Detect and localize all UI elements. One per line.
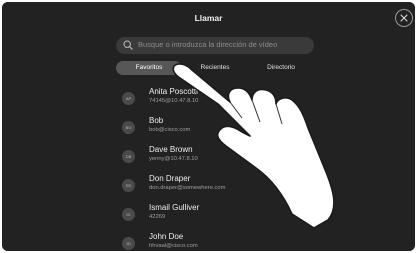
touch-panel-frame: Llamar Busque o introduzca la dirección …: [2, 2, 415, 251]
hand-pointer-icon: [172, 63, 335, 229]
call-screen: Llamar Busque o introduzca la dirección …: [2, 2, 415, 251]
